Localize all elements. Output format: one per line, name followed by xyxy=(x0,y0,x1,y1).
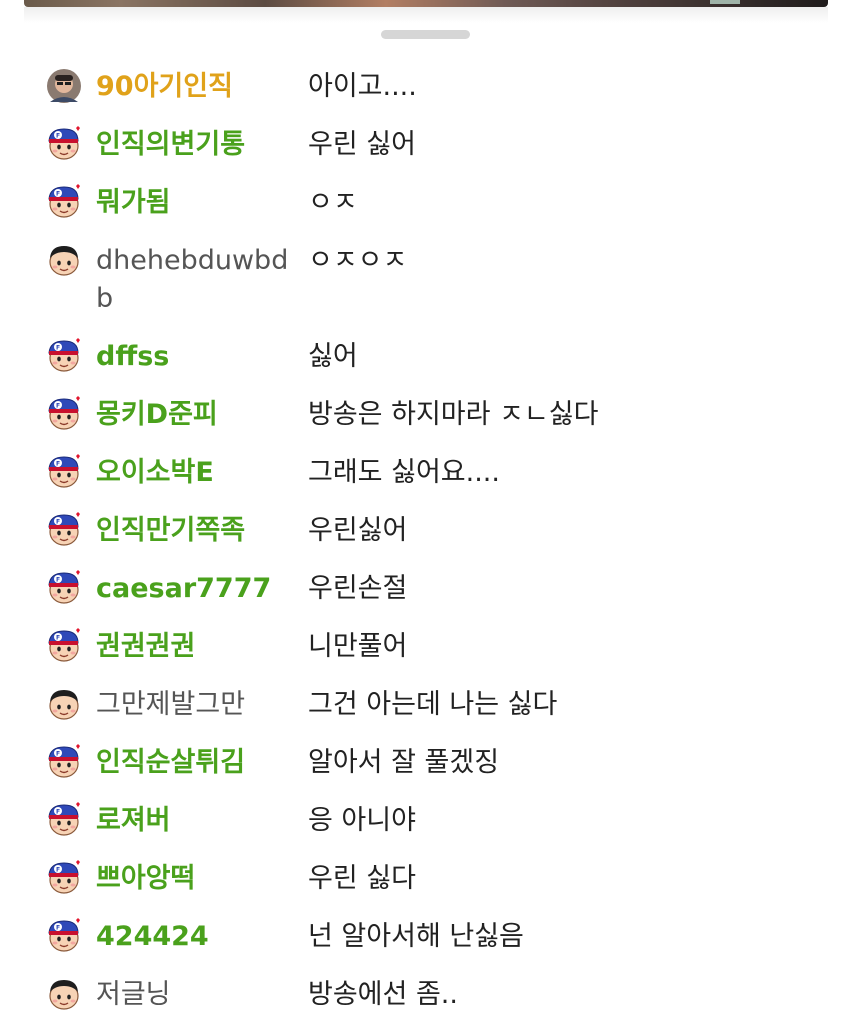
chat-message-text: 아이고.... xyxy=(308,71,417,102)
chat-nickname[interactable]: 그만제발그만 xyxy=(96,686,296,724)
chat-message-row: 그만제발그만 그건 아는데 나는 싫다 xyxy=(0,678,850,736)
chat-nickname[interactable]: 424424 xyxy=(96,918,296,956)
chat-message-text: 방송에선 좀.. xyxy=(308,979,458,1010)
default-avatar-icon[interactable] xyxy=(46,686,82,722)
chat-nickname[interactable]: 오이소박E xyxy=(96,454,296,492)
chat-message-row: F 뭐가됨 ㅇㅈ xyxy=(0,176,850,234)
chat-message-text: 알아서 잘 풀겠징 xyxy=(308,747,500,778)
chat-message-row: F 인직의변기통 우린 싫어 xyxy=(0,118,850,176)
chat-message-text: 넌 알아서해 난싫음 xyxy=(308,921,524,952)
fan-badge-avatar-icon[interactable]: F xyxy=(46,744,82,780)
svg-text:F: F xyxy=(56,403,60,410)
fan-badge-avatar-icon[interactable]: F xyxy=(46,338,82,374)
chat-message-text: 우린손절 xyxy=(308,573,408,604)
chat-nickname[interactable]: 인직만기쪽족 xyxy=(96,512,296,550)
chat-nickname[interactable]: 저글닝 xyxy=(96,976,296,1014)
chat-message-text: 우린 싫다 xyxy=(308,863,416,894)
svg-text:F: F xyxy=(56,809,60,816)
fan-badge-avatar-icon[interactable]: F xyxy=(46,454,82,490)
default-avatar-icon[interactable] xyxy=(46,242,82,278)
chat-message-text: 우린싫어 xyxy=(308,515,408,546)
chat-nickname[interactable]: dhehebduwbdb xyxy=(96,242,301,318)
chat-message-row: F 쁘아앙떡 우린 싫다 xyxy=(0,852,850,910)
svg-text:F: F xyxy=(56,519,60,526)
chat-message-text: 싫어 xyxy=(308,341,358,372)
chat-message-row: dhehebduwbdb ㅇㅈㅇㅈ xyxy=(0,234,850,330)
svg-text:F: F xyxy=(56,461,60,468)
chat-nickname[interactable]: 인직순살튀김 xyxy=(96,744,296,782)
fan-badge-avatar-icon[interactable]: F xyxy=(46,802,82,838)
chat-nickname[interactable]: 권권권권 xyxy=(96,628,296,666)
svg-text:F: F xyxy=(56,133,60,140)
chat-nickname[interactable]: 로져버 xyxy=(96,802,296,840)
chat-nickname[interactable]: dffss xyxy=(96,338,296,376)
chat-message-row: F 권권권권 니만풀어 xyxy=(0,620,850,678)
chat-message-row: Fcaesar7777 우린손절 xyxy=(0,562,850,620)
video-player-edge xyxy=(24,0,828,7)
chat-nickname[interactable]: 뭐가됨 xyxy=(96,184,296,222)
svg-text:F: F xyxy=(56,635,60,642)
chat-message-text: 방송은 하지마라 ㅈㄴ싫다 xyxy=(308,399,599,430)
fan-badge-avatar-icon[interactable]: F xyxy=(46,628,82,664)
svg-text:F: F xyxy=(56,867,60,874)
fan-badge-avatar-icon[interactable]: F xyxy=(46,918,82,954)
chat-nickname[interactable]: caesar7777 xyxy=(96,570,296,608)
chat-message-row: 90아기인직 아이고.... xyxy=(0,60,850,118)
svg-text:F: F xyxy=(56,925,60,932)
video-overlay-mark xyxy=(710,0,740,4)
chat-message-text: ㅇㅈㅇㅈ xyxy=(308,245,408,276)
chat-message-row: F 로져버 응 아니야 xyxy=(0,794,850,852)
chat-nickname[interactable]: 쁘아앙떡 xyxy=(96,860,296,898)
chat-message-text: 응 아니야 xyxy=(308,805,416,836)
sheet-shadow xyxy=(24,7,828,23)
chat-message-row: F 424424 넌 알아서해 난싫음 xyxy=(0,910,850,968)
svg-text:F: F xyxy=(56,751,60,758)
chat-message-row: F 오이소박E 그래도 싫어요.... xyxy=(0,446,850,504)
fan-badge-avatar-icon[interactable]: F xyxy=(46,396,82,432)
fan-badge-avatar-icon[interactable]: F xyxy=(46,184,82,220)
chat-message-text: 니만풀어 xyxy=(308,631,408,662)
photo-avatar-icon[interactable] xyxy=(46,68,82,104)
fan-badge-avatar-icon[interactable]: F xyxy=(46,126,82,162)
fan-badge-avatar-icon[interactable]: F xyxy=(46,570,82,606)
svg-text:F: F xyxy=(56,577,60,584)
chat-message-text: 우린 싫어 xyxy=(308,129,416,160)
chat-message-row: 저글닝 방송에선 좀.. xyxy=(0,968,850,1022)
drag-handle[interactable] xyxy=(381,30,470,39)
chat-message-list[interactable]: 90아기인직 아이고.... F 인직의변기통 우린 싫어 F 뭐가됨 ㅇㅈ dhehebduw… xyxy=(0,60,850,1022)
fan-badge-avatar-icon[interactable]: F xyxy=(46,512,82,548)
chat-message-text: 그래도 싫어요.... xyxy=(308,457,500,488)
svg-text:F: F xyxy=(56,191,60,198)
chat-message-row: F 몽키D준피 방송은 하지마라 ㅈㄴ싫다 xyxy=(0,388,850,446)
chat-nickname[interactable]: 90아기인직 xyxy=(96,68,296,106)
fan-badge-avatar-icon[interactable]: F xyxy=(46,860,82,896)
chat-panel: 90아기인직 아이고.... F 인직의변기통 우린 싫어 F 뭐가됨 ㅇㅈ dhehebduw… xyxy=(0,0,850,1022)
chat-message-text: ㅇㅈ xyxy=(308,187,358,218)
chat-message-row: F 인직순살튀김 알아서 잘 풀겠징 xyxy=(0,736,850,794)
chat-nickname[interactable]: 인직의변기통 xyxy=(96,126,296,164)
chat-message-row: F 인직만기쪽족 우린싫어 xyxy=(0,504,850,562)
svg-text:F: F xyxy=(56,345,60,352)
chat-message-row: Fdffss 싫어 xyxy=(0,330,850,388)
chat-nickname[interactable]: 몽키D준피 xyxy=(96,396,296,434)
default-avatar-icon[interactable] xyxy=(46,976,82,1012)
chat-message-text: 그건 아는데 나는 싫다 xyxy=(308,689,558,720)
